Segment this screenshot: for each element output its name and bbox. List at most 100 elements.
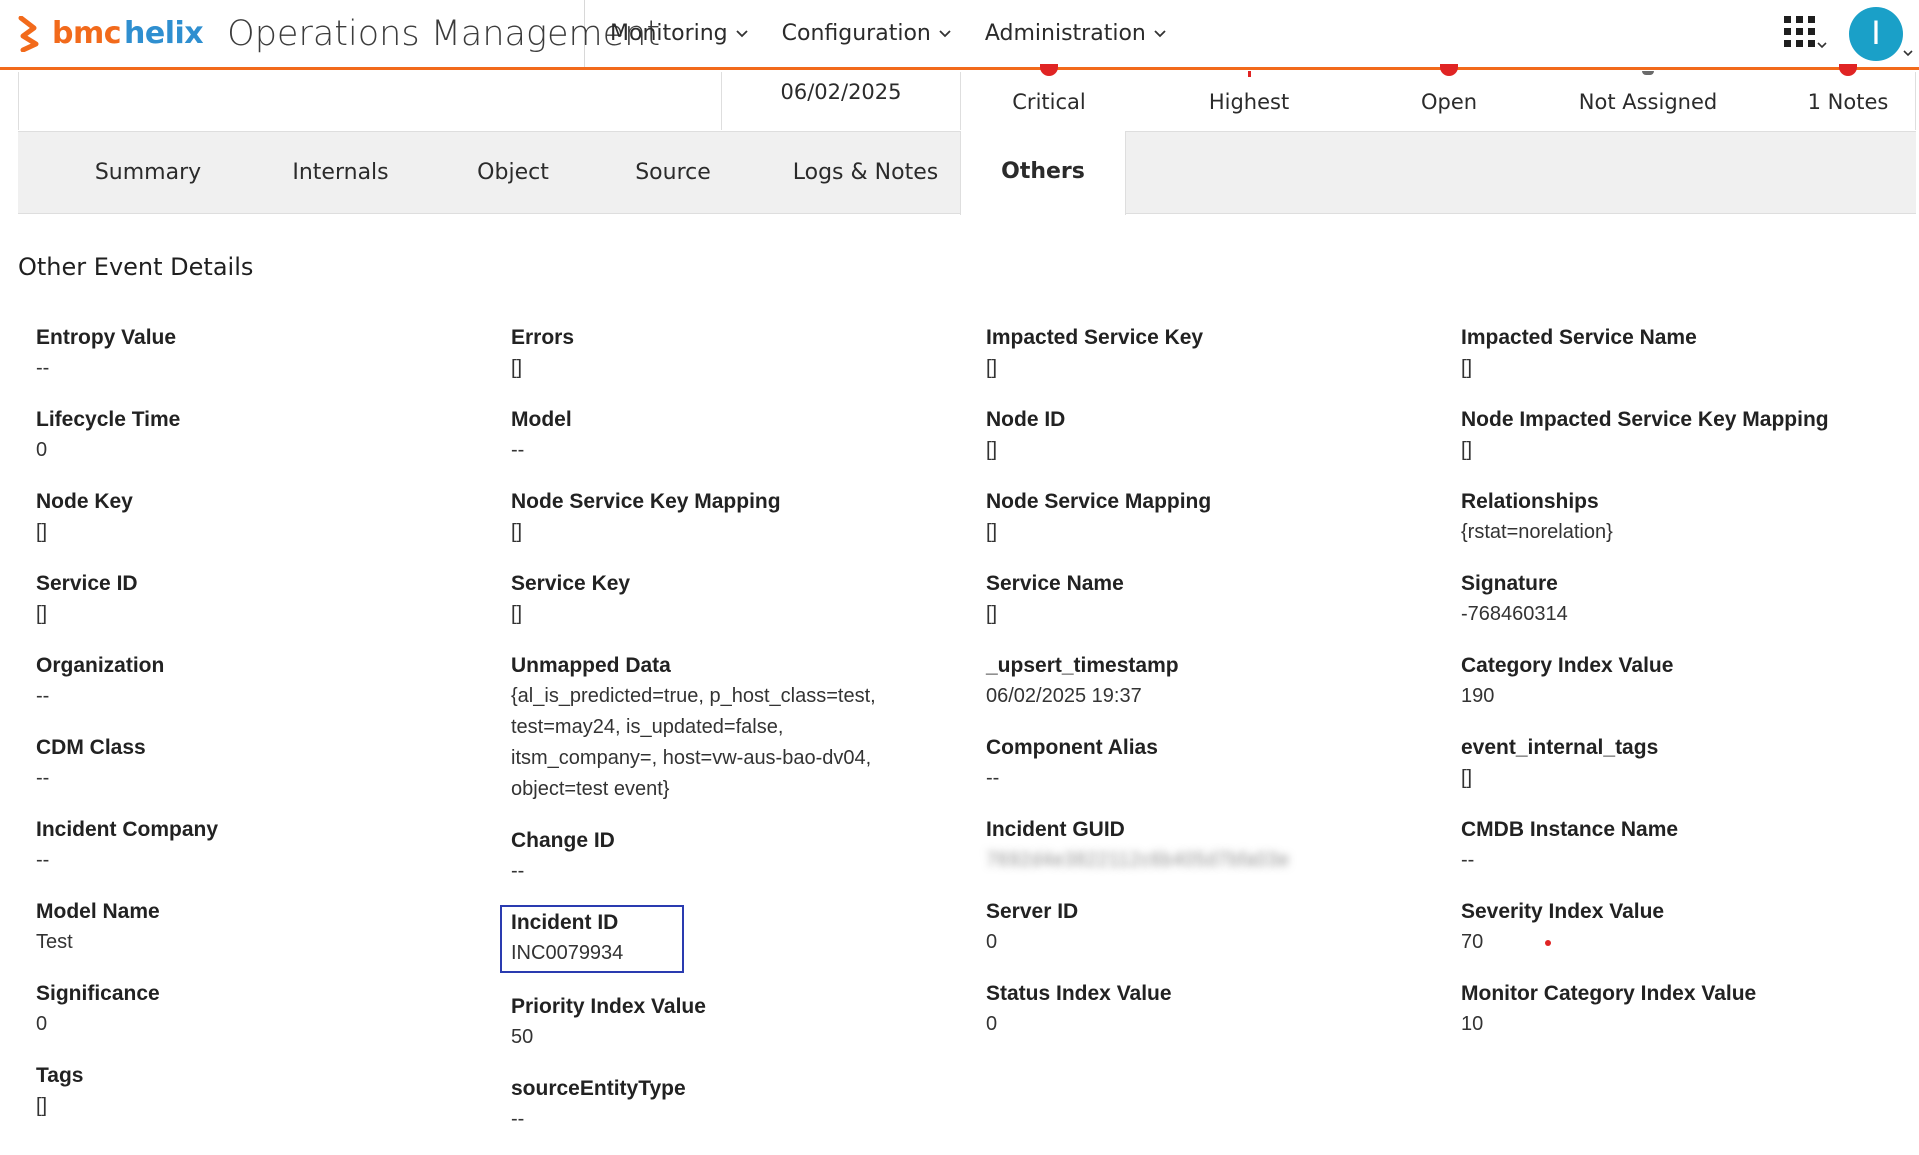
notes-indicator[interactable]: 1 Notes — [1748, 64, 1919, 130]
details-column-4: Impacted Service Name [] Node Impacted S… — [1461, 322, 1919, 1060]
bmc-logo-icon[interactable] — [16, 15, 42, 52]
tab-summary[interactable]: Summary — [58, 132, 238, 214]
field-label: CDM Class — [36, 736, 146, 759]
field-value: 190 — [1461, 685, 1495, 707]
tab-object[interactable]: Object — [438, 132, 588, 214]
field-label: Monitor Category Index Value — [1461, 982, 1757, 1005]
tab-source[interactable]: Source — [598, 132, 748, 214]
field-label: Model — [511, 408, 572, 431]
field-label: Status Index Value — [986, 982, 1172, 1005]
field-change-id: Change ID -- — [511, 825, 971, 887]
field-service-key: Service Key [] — [511, 568, 971, 630]
priority-indicator[interactable]: Highest — [1149, 71, 1349, 130]
nav-administration-label: Administration — [984, 21, 1146, 46]
severity-indicator[interactable]: Critical — [949, 64, 1149, 130]
field-label: Service ID — [36, 572, 138, 595]
brand-helix-text: helix — [124, 16, 204, 51]
field-value-redacted: 7692d4e3822112c6b405d7bfa03e — [986, 849, 1290, 871]
field-service-name: Service Name [] — [986, 568, 1446, 630]
field-value: [] — [511, 603, 523, 625]
field-category-index-value: Category Index Value 190 — [1461, 650, 1919, 712]
field-label: CMDB Instance Name — [1461, 818, 1679, 841]
main-nav: Monitoring Configuration Administration — [585, 0, 1200, 67]
field-model-name: Model Name Test — [36, 896, 496, 958]
field-value: [] — [36, 1095, 48, 1117]
tab-internals[interactable]: Internals — [258, 132, 423, 214]
event-date-value: 06/02/2025 — [780, 80, 902, 104]
field-label: Server ID — [986, 900, 1079, 923]
tab-logs-notes[interactable]: Logs & Notes — [763, 132, 968, 214]
field-incident-guid: Incident GUID 7692d4e3822112c6b405d7bfa0… — [986, 814, 1446, 876]
grid-icon — [1783, 15, 1817, 53]
field-label: Tags — [36, 1064, 84, 1087]
field-value: [] — [1461, 439, 1473, 461]
field-label: Unmapped Data — [511, 654, 671, 677]
nav-configuration[interactable]: Configuration — [782, 21, 951, 46]
brand-area: bmc helix Operations Management — [0, 0, 660, 67]
field-value: -- — [511, 860, 525, 882]
chevron-down-icon — [736, 29, 748, 38]
field-priority-index-value: Priority Index Value 50 — [511, 991, 971, 1053]
field-node-key: Node Key [] — [36, 486, 496, 548]
field-event-internal-tags: event_internal_tags [] — [1461, 732, 1919, 794]
field-label: Node Service Mapping — [986, 490, 1212, 513]
field-value: 10 — [1461, 1013, 1484, 1035]
field-tags: Tags [] — [36, 1060, 496, 1122]
field-value: [] — [986, 439, 998, 461]
assignment-label: Not Assigned — [1578, 90, 1718, 114]
field-label: Model Name — [36, 900, 160, 923]
field-label: Impacted Service Key — [986, 326, 1204, 349]
field-value: 0 — [36, 1013, 48, 1035]
field-value-row: 70 — [1461, 927, 1919, 958]
field-significance: Significance 0 — [36, 978, 496, 1040]
field-incident-company: Incident Company -- — [36, 814, 496, 876]
tab-others[interactable]: Others — [960, 131, 1126, 215]
nav-configuration-label: Configuration — [781, 21, 931, 46]
status-indicator[interactable]: Open — [1349, 64, 1549, 130]
nav-monitoring[interactable]: Monitoring — [610, 21, 748, 46]
field-label: Component Alias — [986, 736, 1158, 759]
field-service-id: Service ID [] — [36, 568, 496, 630]
field-value: [] — [986, 357, 998, 379]
field-value: {al_is_predicted=true, p_host_class=test… — [511, 685, 876, 800]
nav-administration[interactable]: Administration — [985, 21, 1166, 46]
field-upsert-timestamp: _upsert_timestamp 06/02/2025 19:37 — [986, 650, 1446, 712]
user-menu-button[interactable]: I — [1849, 6, 1913, 61]
severity-label: Critical — [1012, 90, 1086, 114]
brand-bmc-text: bmc — [52, 16, 122, 51]
field-value: 0 — [986, 1013, 998, 1035]
field-value: 0 — [36, 439, 48, 461]
assignment-indicator[interactable]: Not Assigned — [1548, 71, 1748, 130]
field-impacted-service-key: Impacted Service Key [] — [986, 322, 1446, 384]
priority-label: Highest — [1208, 90, 1290, 114]
field-label: Category Index Value — [1461, 654, 1674, 677]
field-value: Test — [36, 931, 73, 953]
field-label: Signature — [1461, 572, 1558, 595]
field-label: Incident GUID — [986, 818, 1125, 841]
field-monitor-category-index-value: Monitor Category Index Value 10 — [1461, 978, 1919, 1040]
app-launcher-button[interactable] — [1783, 15, 1827, 53]
field-value: 06/02/2025 19:37 — [986, 685, 1142, 707]
field-incident-id: Incident ID INC0079934 — [500, 905, 684, 973]
field-model: Model -- — [511, 404, 971, 466]
assignee-icon — [1642, 71, 1654, 75]
field-value: [] — [986, 603, 998, 625]
field-cdm-class: CDM Class -- — [36, 732, 496, 794]
field-value: -- — [36, 767, 50, 789]
field-status-index-value: Status Index Value 0 — [986, 978, 1446, 1040]
avatar: I — [1849, 6, 1903, 61]
field-value: 70 — [1461, 931, 1484, 953]
field-value: [] — [511, 521, 523, 543]
field-label: _upsert_timestamp — [986, 654, 1179, 677]
field-errors: Errors [] — [511, 322, 971, 384]
field-value: [] — [36, 521, 48, 543]
top-header: bmc helix Operations Management Monitori… — [0, 0, 1919, 70]
severity-icon — [1040, 64, 1058, 76]
details-column-1: Entropy Value -- Lifecycle Time 0 Node K… — [36, 322, 496, 1142]
field-node-service-mapping: Node Service Mapping [] — [986, 486, 1446, 548]
field-value: [] — [1461, 767, 1473, 789]
field-label: Node Impacted Service Key Mapping — [1461, 408, 1829, 431]
event-date: 06/02/2025 — [721, 72, 961, 130]
event-summary-strip: 06/02/2025 Critical Highest Open Not Ass… — [18, 64, 1919, 130]
notes-label: 1 Notes — [1807, 90, 1889, 114]
